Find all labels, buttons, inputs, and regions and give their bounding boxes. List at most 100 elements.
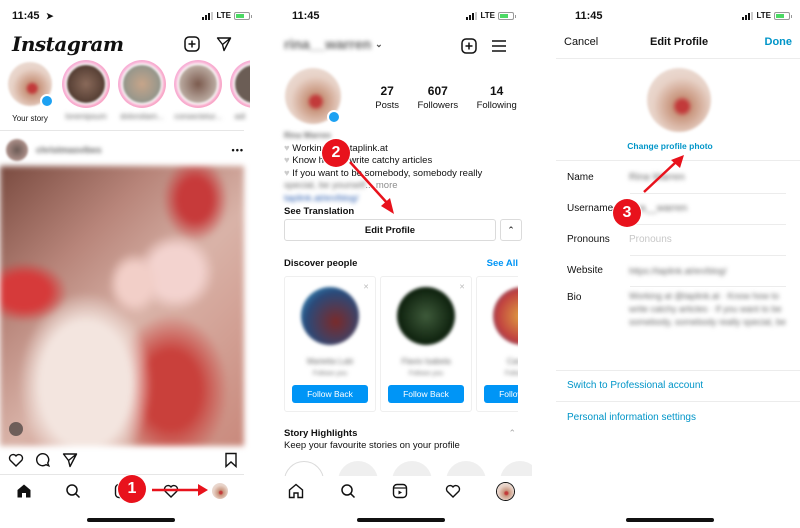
switch-professional-link[interactable]: Switch to Professional account bbox=[567, 380, 703, 391]
share-icon[interactable] bbox=[62, 452, 78, 468]
step-arrow-1 bbox=[152, 484, 208, 496]
website-input[interactable]: https://taplink.at/en/blog/ bbox=[629, 266, 786, 276]
see-translation-link[interactable]: See Translation bbox=[284, 206, 518, 219]
status-time: 11:45 bbox=[12, 10, 40, 22]
activity-heart-icon[interactable] bbox=[445, 483, 461, 499]
edit-profile-button[interactable]: Edit Profile bbox=[284, 219, 496, 241]
page-title: Edit Profile bbox=[650, 36, 709, 48]
plus-square-icon bbox=[461, 38, 477, 54]
field-label: Bio bbox=[567, 292, 582, 303]
profile-tab-avatar[interactable] bbox=[211, 483, 228, 499]
edit-profile-nav: Cancel Edit Profile Done bbox=[564, 36, 792, 52]
step-badge-2: 2 bbox=[322, 139, 350, 167]
suggestion-avatar bbox=[301, 287, 359, 345]
follow-back-button[interactable]: Follow Back bbox=[292, 385, 368, 403]
search-icon[interactable] bbox=[340, 483, 356, 499]
profile-photo[interactable] bbox=[647, 68, 711, 132]
profile-actions: Edit Profile ⌃ bbox=[284, 219, 522, 241]
suggestion-card[interactable]: ✕ Flavio Isabela Follows you Follow Back bbox=[380, 276, 472, 412]
personal-info-settings-link[interactable]: Personal information settings bbox=[567, 412, 696, 423]
reels-icon[interactable] bbox=[392, 483, 408, 499]
home-icon[interactable] bbox=[16, 483, 32, 499]
field-label: Pronouns bbox=[567, 234, 610, 245]
suggestion-cards: ✕ Marietta Lubi Follows you Follow Back … bbox=[284, 276, 532, 412]
account-switcher[interactable]: rina__warren ⌄ bbox=[284, 36, 383, 52]
edit-profile-screen: 11:45 LTE Cancel Edit Profile Done Chang… bbox=[540, 0, 800, 528]
pronouns-field: Pronouns Pronouns bbox=[567, 224, 786, 255]
profile-bio: Rina Warren ♥ Working at @taplink.at ♥ K… bbox=[284, 130, 518, 219]
username-field: Username rina__warren bbox=[567, 193, 786, 224]
username-input[interactable]: rina__warren bbox=[629, 203, 786, 214]
bio-line: special, be yourself... more bbox=[284, 180, 518, 193]
story-item[interactable]: consectetur... bbox=[174, 60, 222, 123]
divider bbox=[556, 401, 800, 402]
chevron-down-icon: ⌄ bbox=[375, 38, 383, 49]
bio-input[interactable]: Working at @taplink.at · Know how to wri… bbox=[629, 290, 786, 329]
divider bbox=[556, 58, 800, 59]
divider bbox=[556, 370, 800, 371]
stat-following[interactable]: 14 Following bbox=[477, 84, 517, 111]
status-bar: 11:45 ➤ LTE bbox=[0, 10, 262, 24]
search-icon[interactable] bbox=[65, 483, 81, 499]
story-item[interactable]: adi bbox=[230, 60, 250, 123]
done-button[interactable]: Done bbox=[765, 36, 793, 48]
direct-messages-button[interactable] bbox=[215, 35, 233, 53]
comment-icon[interactable] bbox=[35, 452, 51, 468]
status-indicators: LTE bbox=[466, 11, 516, 20]
dismiss-icon[interactable]: ✕ bbox=[459, 283, 465, 291]
stat-posts[interactable]: 27 Posts bbox=[375, 84, 399, 111]
user-tag-icon[interactable] bbox=[9, 422, 23, 436]
network-label: LTE bbox=[480, 11, 495, 20]
bio-name: Rina Warren bbox=[284, 131, 331, 140]
story-item[interactable]: dolorsitam... bbox=[118, 60, 166, 123]
story-avatar bbox=[233, 63, 250, 105]
discover-toggle-button[interactable]: ⌃ bbox=[500, 219, 522, 241]
home-icon[interactable] bbox=[288, 483, 304, 499]
battery-icon bbox=[498, 11, 516, 20]
stat-label: Following bbox=[476, 100, 517, 111]
dismiss-icon[interactable]: ✕ bbox=[363, 283, 369, 291]
status-time: 11:45 bbox=[292, 10, 320, 22]
post-image[interactable] bbox=[0, 166, 244, 446]
story-item-your-story[interactable]: Your story bbox=[6, 60, 54, 123]
white-heart-icon: ♥ bbox=[284, 142, 290, 154]
signal-icon bbox=[742, 11, 754, 20]
story-item[interactable]: loremipsum bbox=[62, 60, 110, 123]
chevron-up-icon: ⌃ bbox=[507, 224, 515, 235]
divider bbox=[630, 286, 786, 287]
hamburger-menu-icon bbox=[492, 40, 506, 52]
bio-link[interactable]: taplink.at/en/blog/ bbox=[284, 193, 518, 206]
feed-screen: 11:45 ➤ LTE Instagram Your story loremip… bbox=[0, 0, 262, 528]
story-highlights-title: Story Highlights bbox=[284, 428, 358, 439]
new-post-button[interactable] bbox=[183, 35, 201, 53]
story-label: adi bbox=[234, 112, 246, 121]
more-options-icon[interactable]: ••• bbox=[232, 145, 244, 155]
add-story-icon[interactable] bbox=[327, 110, 341, 124]
change-profile-photo-link[interactable]: Change profile photo bbox=[540, 141, 800, 151]
pronouns-input[interactable]: Pronouns bbox=[629, 234, 786, 245]
suggestion-card[interactable]: ✕ Marietta Lubi Follows you Follow Back bbox=[284, 276, 376, 412]
menu-button[interactable] bbox=[490, 37, 508, 55]
status-indicators: LTE bbox=[202, 11, 252, 20]
step-badge-1: 1 bbox=[118, 475, 146, 503]
bio-line: ♥ Know how to write catchy articles bbox=[284, 155, 518, 168]
like-heart-icon[interactable] bbox=[8, 452, 24, 468]
cancel-button[interactable]: Cancel bbox=[564, 36, 598, 48]
bookmark-icon[interactable] bbox=[224, 452, 238, 468]
profile-tab-avatar[interactable] bbox=[496, 482, 514, 500]
status-indicators: LTE bbox=[742, 11, 792, 20]
story-label: loremipsum bbox=[65, 112, 107, 121]
new-post-button[interactable] bbox=[460, 37, 478, 55]
status-bar: 11:45 LTE bbox=[270, 10, 532, 24]
post-author-name[interactable]: christmasvibes bbox=[36, 145, 102, 155]
post-author-avatar[interactable] bbox=[6, 139, 28, 161]
battery-icon bbox=[234, 11, 252, 20]
chevron-up-icon[interactable]: ⌃ bbox=[508, 428, 516, 439]
plus-square-icon bbox=[184, 36, 200, 52]
follow-back-button[interactable]: Follow Back bbox=[388, 385, 464, 403]
step-badge-3: 3 bbox=[613, 199, 641, 227]
profile-screen: 11:45 LTE rina__warren ⌄ 27 Posts 607 Foll… bbox=[270, 0, 532, 528]
discover-people-title: Discover people bbox=[284, 258, 358, 269]
see-all-link[interactable]: See All bbox=[487, 258, 518, 269]
stat-followers[interactable]: 607 Followers bbox=[417, 84, 458, 111]
